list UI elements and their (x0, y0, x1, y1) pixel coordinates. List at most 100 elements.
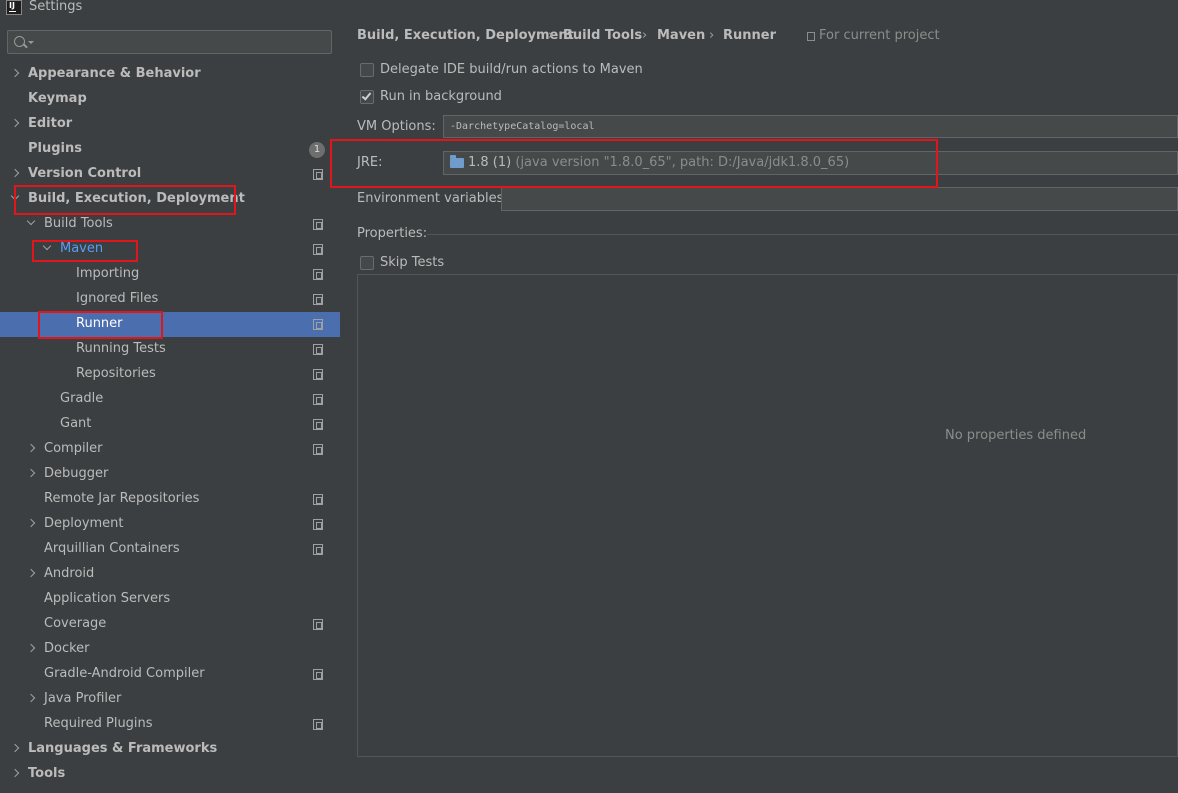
skip-tests-checkbox[interactable] (360, 256, 374, 270)
chevron-right-icon[interactable] (26, 518, 36, 528)
sidebar-item-arquillian-containers[interactable]: Arquillian Containers (0, 537, 340, 562)
sidebar-item-label: Java Profiler (44, 691, 122, 706)
settings-sidebar: Appearance & Behavior Keymap Editor Plugins… (0, 17, 340, 793)
sidebar-item-debugger[interactable]: Debugger (0, 462, 340, 487)
vm-options-field[interactable]: -DarchetypeCatalog=local (443, 115, 1178, 138)
run-in-background-label[interactable]: Run in background (380, 89, 502, 104)
breadcrumb-item-maven: Maven (657, 28, 706, 43)
project-scope-icon (313, 169, 323, 180)
sidebar-item-gant[interactable]: Gant (0, 412, 340, 437)
sidebar-item-label: Plugins (28, 141, 82, 156)
breadcrumb-item-build-tools: Build Tools (563, 28, 643, 43)
project-scope-icon (313, 419, 323, 430)
sidebar-item-label: Gradle (60, 391, 104, 406)
vm-options-label: VM Options: (357, 119, 436, 134)
sidebar-item-keymap[interactable]: Keymap (0, 87, 340, 112)
sidebar-item-repositories[interactable]: Repositories (0, 362, 340, 387)
project-scope-icon (313, 669, 323, 680)
properties-divider (427, 234, 1178, 235)
environment-variables-field[interactable] (501, 187, 1178, 211)
runner-settings-panel: Build, Execution, Deployment › Build Too… (340, 17, 1178, 793)
sidebar-item-docker[interactable]: Docker (0, 637, 340, 662)
chevron-right-icon[interactable] (10, 118, 20, 128)
sidebar-item-version-control[interactable]: Version Control (0, 162, 340, 187)
sidebar-item-label: Docker (44, 641, 90, 656)
project-scope-icon (313, 244, 323, 255)
sidebar-item-label: Running Tests (76, 341, 166, 356)
chevron-right-icon[interactable] (26, 443, 36, 453)
project-scope-icon (313, 394, 323, 405)
delegate-checkbox[interactable] (360, 63, 374, 77)
sidebar-item-label: Tools (28, 766, 66, 781)
sidebar-item-required-plugins[interactable]: Required Plugins (0, 712, 340, 737)
environment-variables-label: Environment variables: (357, 191, 508, 206)
breadcrumb-item-build-execution-deployment: Build, Execution, Deployment (357, 28, 574, 43)
sidebar-item-plugins[interactable]: Plugins 1 (0, 137, 340, 162)
sidebar-item-label: Repositories (76, 366, 156, 381)
run-in-background-checkbox[interactable] (360, 90, 374, 104)
sidebar-item-remote-jar-repositories[interactable]: Remote Jar Repositories (0, 487, 340, 512)
checkmark-icon (361, 90, 372, 101)
search-input[interactable] (7, 30, 332, 54)
sidebar-item-deployment[interactable]: Deployment (0, 512, 340, 537)
sidebar-item-label: Required Plugins (44, 716, 153, 731)
sidebar-item-label: Android (44, 566, 95, 581)
properties-label: Properties: (357, 226, 428, 241)
sidebar-item-android[interactable]: Android (0, 562, 340, 587)
empty-properties-text: No properties defined (945, 428, 1087, 443)
sidebar-item-gradle[interactable]: Gradle (0, 387, 340, 412)
project-scope-icon (313, 369, 323, 380)
sidebar-item-label: Build Tools (44, 216, 113, 231)
chevron-right-icon[interactable] (10, 743, 20, 753)
project-scope-icon (313, 494, 323, 505)
chevron-right-icon[interactable] (10, 168, 20, 178)
project-scope-icon (313, 519, 323, 530)
search-icon[interactable] (14, 36, 25, 47)
sidebar-item-label: Application Servers (44, 591, 171, 606)
sidebar-item-coverage[interactable]: Coverage (0, 612, 340, 637)
chevron-down-icon[interactable] (26, 216, 36, 226)
sidebar-item-tools[interactable]: Tools (0, 762, 340, 787)
sidebar-item-label: Debugger (44, 466, 109, 481)
project-scope-icon (313, 344, 323, 355)
sidebar-item-label: Keymap (28, 91, 87, 106)
sidebar-item-gradle-android-compiler[interactable]: Gradle-Android Compiler (0, 662, 340, 687)
project-scope-icon (313, 219, 323, 230)
chevron-down-icon[interactable] (28, 41, 34, 44)
project-scope-icon (313, 294, 323, 305)
project-scope-icon (313, 269, 323, 280)
project-scope-icon (313, 544, 323, 555)
project-scope-icon (313, 619, 323, 630)
title-bar: Settings (0, 0, 1178, 17)
sidebar-item-label: Coverage (44, 616, 107, 631)
breadcrumb-item-runner: Runner (723, 28, 777, 43)
chevron-right-icon[interactable] (26, 568, 36, 578)
intellij-app-icon (6, 0, 22, 15)
sidebar-item-running-tests[interactable]: Running Tests (0, 337, 340, 362)
chevron-right-icon[interactable] (10, 768, 20, 778)
properties-table[interactable]: No properties defined (357, 274, 1178, 757)
sidebar-item-label: Gant (60, 416, 92, 431)
window-title: Settings (29, 0, 83, 14)
breadcrumb-separator: › (548, 28, 554, 43)
sidebar-item-label: Arquillian Containers (44, 541, 180, 556)
sidebar-item-build-tools[interactable]: Build Tools (0, 212, 340, 237)
sidebar-item-label: Editor (28, 116, 73, 131)
sidebar-item-ignored-files[interactable]: Ignored Files (0, 287, 340, 312)
skip-tests-label[interactable]: Skip Tests (380, 255, 444, 270)
sidebar-item-languages-frameworks[interactable]: Languages & Frameworks (0, 737, 340, 762)
delegate-label[interactable]: Delegate IDE build/run actions to Maven (380, 62, 643, 77)
vm-options-value: -DarchetypeCatalog=local (450, 121, 595, 132)
sidebar-item-editor[interactable]: Editor (0, 112, 340, 137)
sidebar-item-compiler[interactable]: Compiler (0, 437, 340, 462)
chevron-right-icon[interactable] (10, 68, 20, 78)
scope-label: For current project (819, 28, 940, 43)
sidebar-item-importing[interactable]: Importing (0, 262, 340, 287)
sidebar-item-label: Gradle-Android Compiler (44, 666, 205, 681)
sidebar-item-application-servers[interactable]: Application Servers (0, 587, 340, 612)
sidebar-item-appearance-behavior[interactable]: Appearance & Behavior (0, 62, 340, 87)
chevron-right-icon[interactable] (26, 643, 36, 653)
chevron-right-icon[interactable] (26, 468, 36, 478)
chevron-right-icon[interactable] (26, 693, 36, 703)
sidebar-item-java-profiler[interactable]: Java Profiler (0, 687, 340, 712)
